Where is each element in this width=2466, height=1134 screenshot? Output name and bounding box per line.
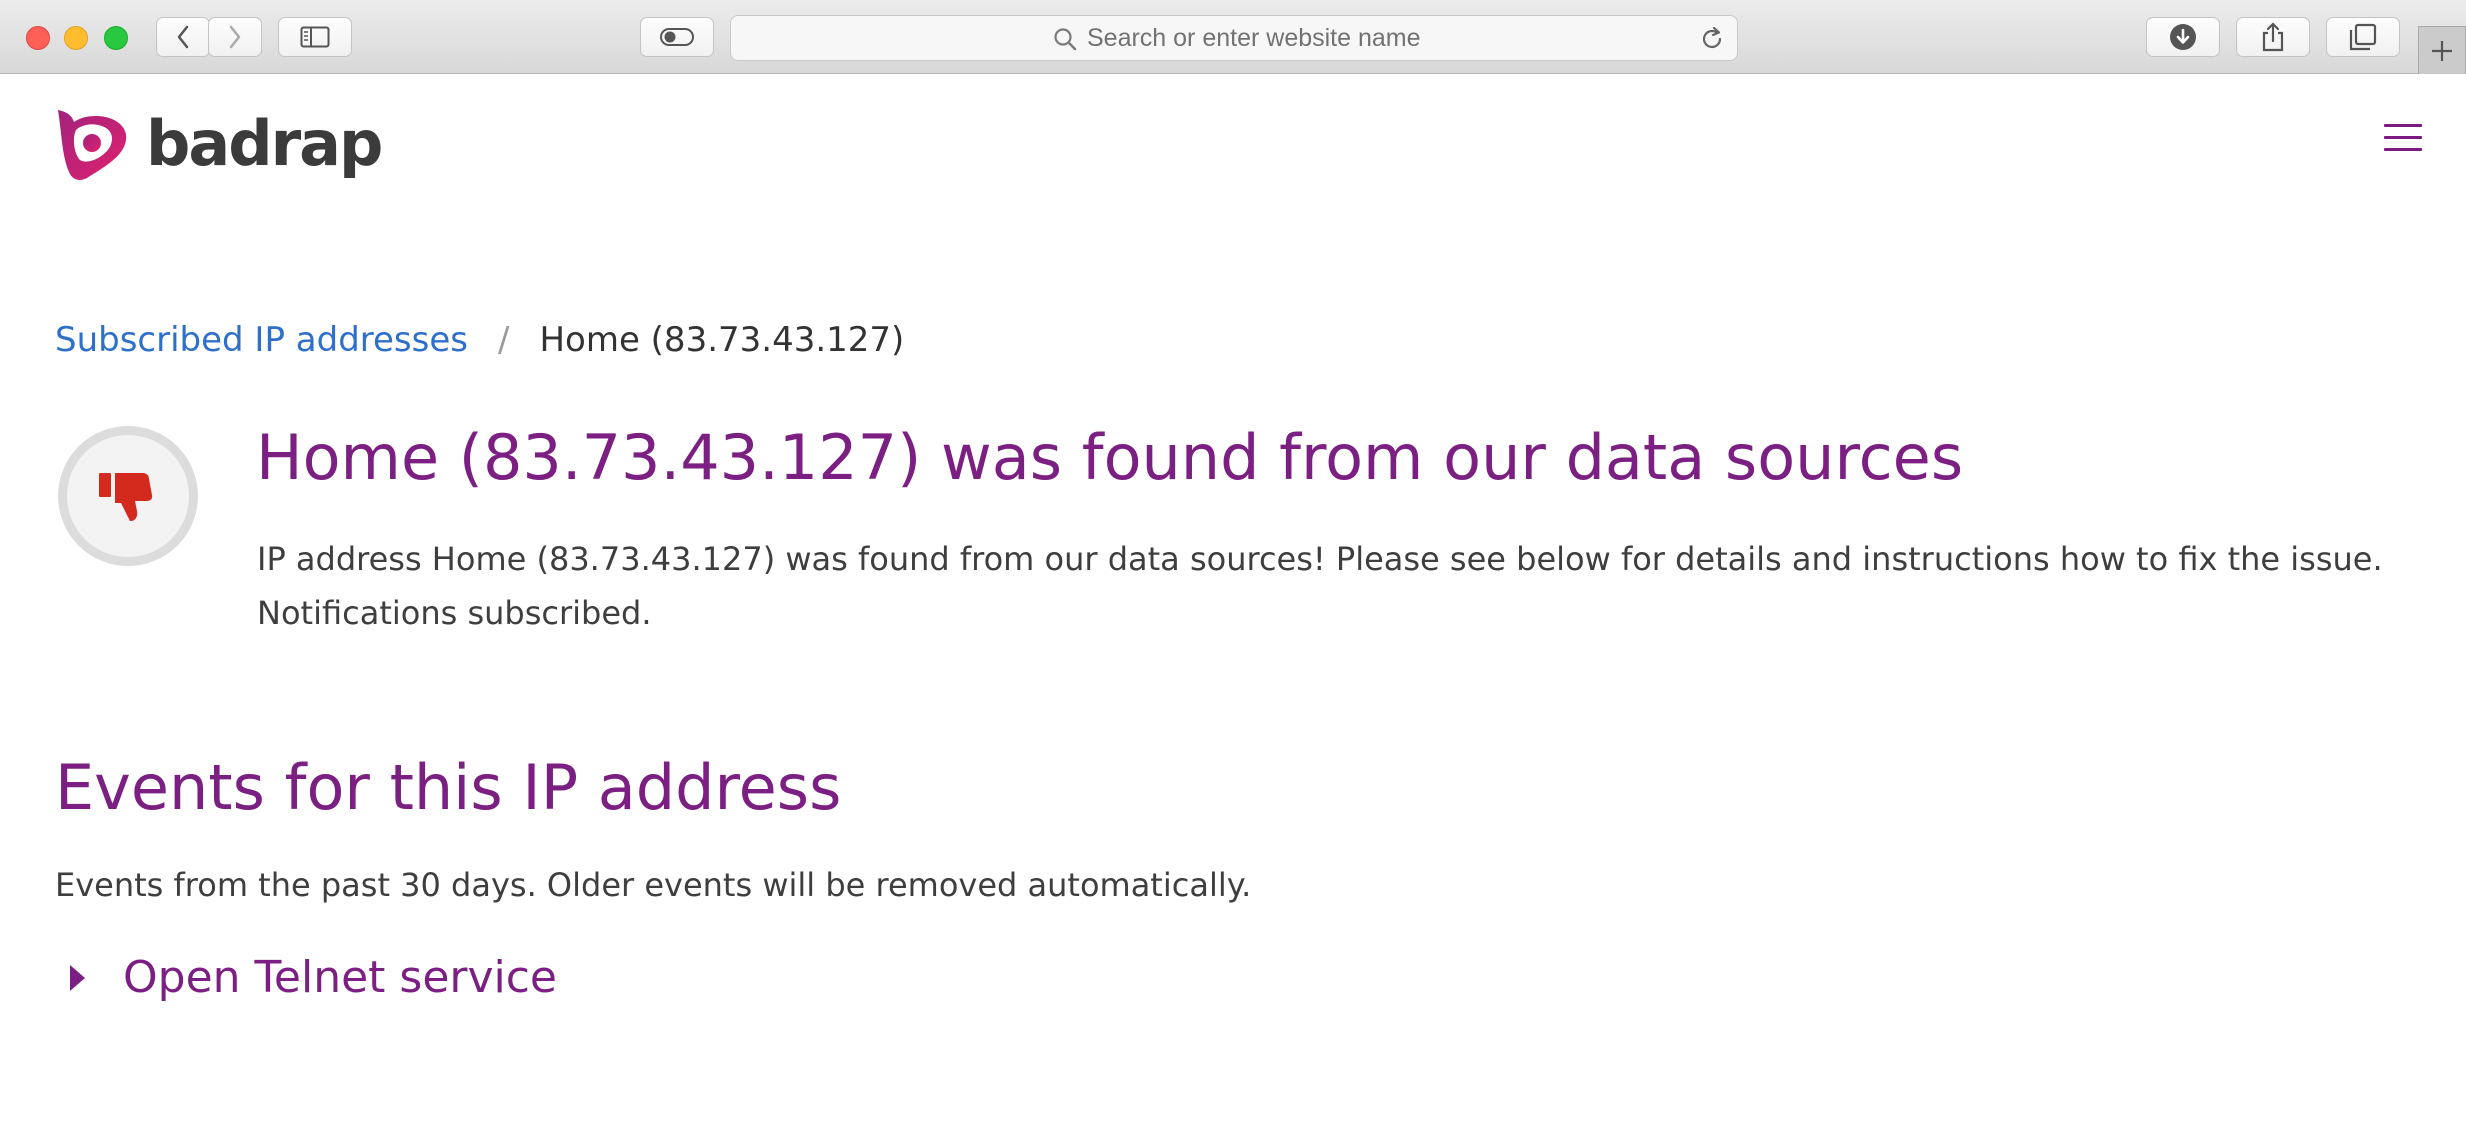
share-icon [2262, 22, 2284, 52]
window-zoom-button[interactable] [104, 26, 128, 50]
status-indicator [58, 426, 198, 566]
forward-button[interactable] [208, 17, 262, 57]
plus-icon [2432, 40, 2452, 61]
menu-button[interactable] [2384, 124, 2422, 152]
toggle-icon [660, 28, 694, 46]
address-bar[interactable] [730, 15, 1738, 61]
breadcrumb: Subscribed IP addresses / Home (83.73.43… [55, 318, 904, 362]
sidebar-icon [300, 26, 330, 48]
address-input[interactable] [1087, 24, 1647, 52]
window-minimize-button[interactable] [64, 26, 88, 50]
status-description: IP address Home (83.73.43.127) was found… [257, 532, 2437, 640]
chevron-right-icon [229, 25, 241, 49]
new-tab-button[interactable] [2418, 26, 2466, 74]
reader-toggle-button[interactable] [640, 17, 714, 57]
window-close-button[interactable] [26, 26, 50, 50]
search-icon [1054, 28, 1077, 51]
breadcrumb-subscribed-ip-link[interactable]: Subscribed IP addresses [55, 318, 468, 362]
tabs-overview-button[interactable] [2326, 17, 2400, 57]
share-button[interactable] [2236, 17, 2310, 57]
notifications-status-text: Notifications subscribed. [257, 594, 652, 632]
event-item-label: Open Telnet service [123, 952, 558, 1003]
breadcrumb-separator: / [497, 320, 510, 360]
status-description-text: IP address Home (83.73.43.127) was found… [257, 540, 2383, 578]
chevron-left-icon [177, 25, 189, 49]
downloads-button[interactable] [2146, 17, 2220, 57]
sidebar-toggle-button[interactable] [278, 17, 352, 57]
browser-toolbar [0, 0, 2466, 74]
caret-right-icon [70, 965, 85, 991]
site-logo[interactable]: badrap [52, 106, 383, 182]
menu-icon [2384, 124, 2422, 127]
back-button[interactable] [156, 17, 210, 57]
download-icon [2170, 24, 2196, 50]
events-heading: Events for this IP address [55, 751, 842, 824]
badrap-logo-mark [58, 110, 127, 180]
events-description: Events from the past 30 days. Older even… [55, 866, 1252, 904]
status-title: Home (83.73.43.127) was found from our d… [256, 421, 1964, 494]
event-item-open-telnet[interactable]: Open Telnet service [70, 948, 557, 1008]
site-logo-text: badrap [146, 107, 383, 180]
reload-icon[interactable] [1699, 26, 1725, 52]
tabs-icon [2349, 23, 2377, 51]
thumbs-down-icon [99, 473, 153, 521]
breadcrumb-current: Home (83.73.43.127) [539, 320, 905, 360]
